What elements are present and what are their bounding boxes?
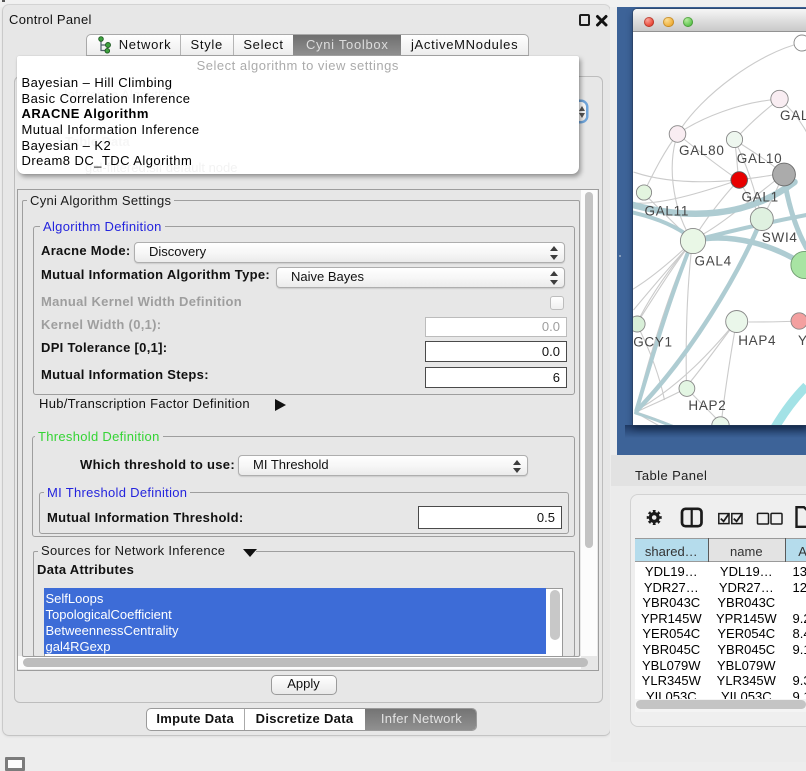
svg-text:YE: YE — [798, 333, 806, 348]
svg-text:GAL80: GAL80 — [679, 143, 725, 158]
svg-text:GAL: GAL — [780, 108, 806, 123]
svg-text:HAP4: HAP4 — [738, 333, 776, 348]
svg-text:SWI4: SWI4 — [761, 230, 797, 245]
svg-text:GAL1: GAL1 — [741, 190, 778, 205]
svg-text:GCY1: GCY1 — [633, 335, 673, 350]
svg-text:HAP2: HAP2 — [688, 398, 726, 413]
svg-text:GAL11: GAL11 — [644, 204, 689, 219]
svg-text:GAL4: GAL4 — [694, 254, 731, 269]
svg-text:GAL10: GAL10 — [736, 151, 782, 166]
